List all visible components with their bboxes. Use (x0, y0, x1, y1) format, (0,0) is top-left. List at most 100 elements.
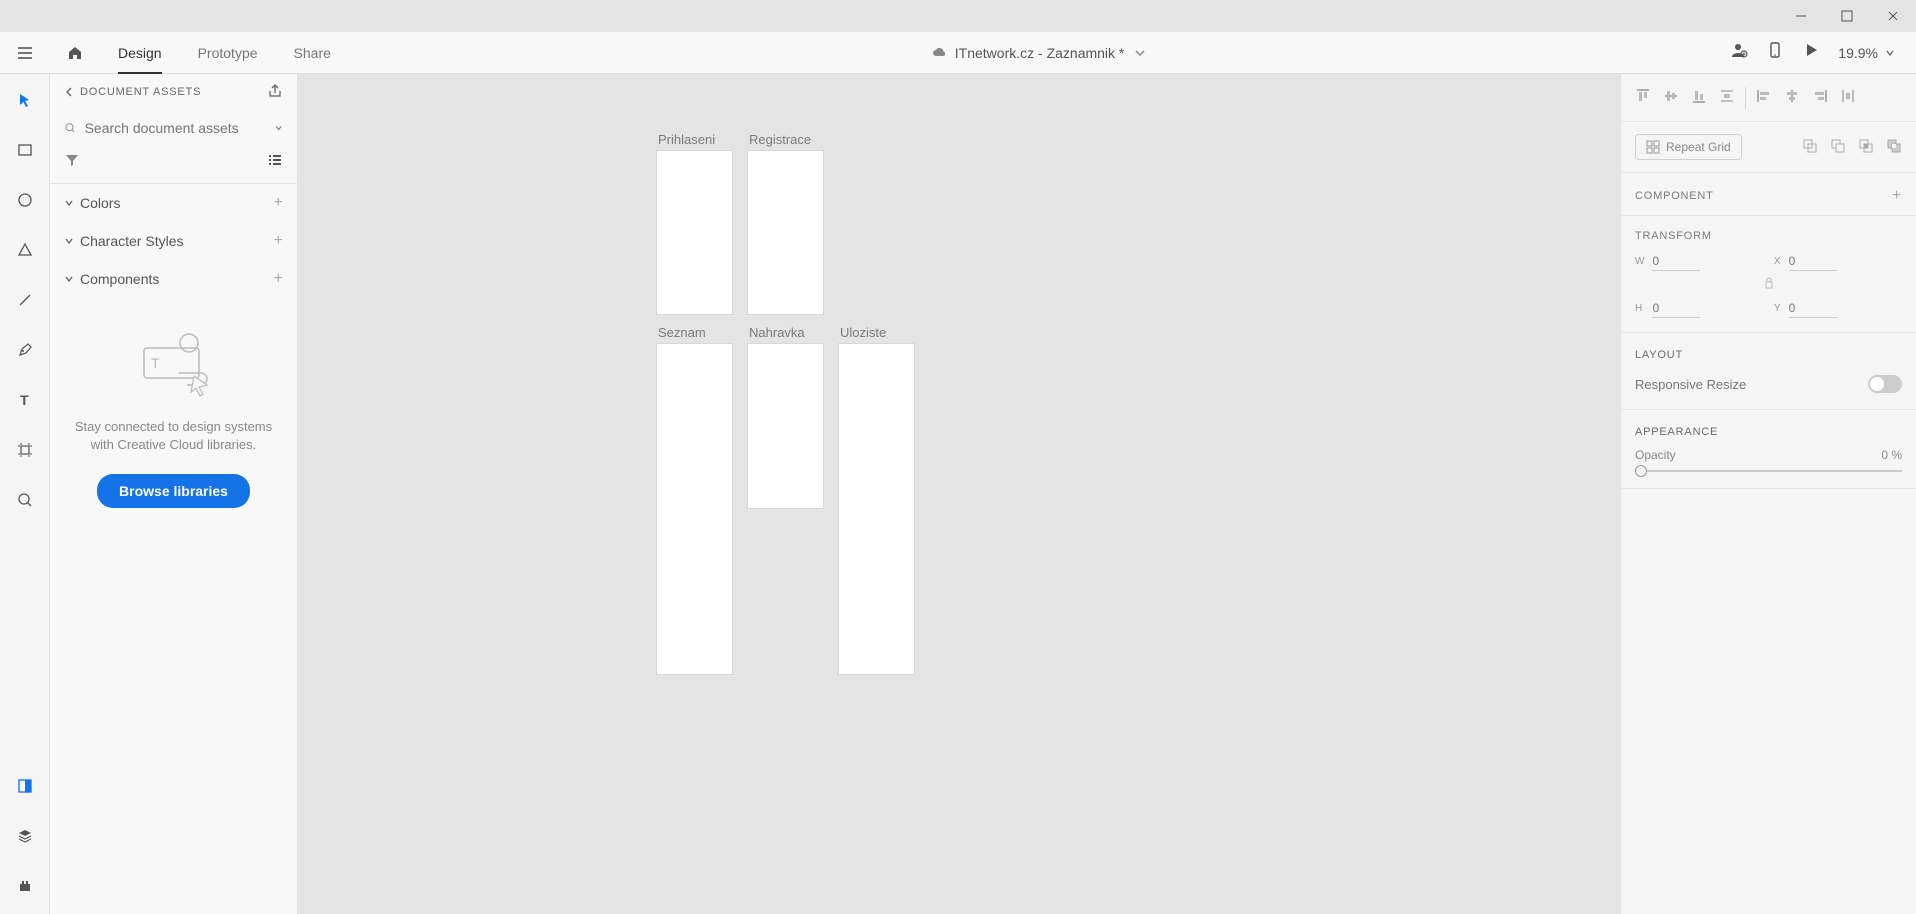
assets-header-label: DOCUMENT ASSETS (80, 86, 201, 98)
distribute-h-button[interactable] (1840, 88, 1856, 107)
lock-icon[interactable] (1764, 277, 1774, 289)
y-input[interactable]: 0 (1789, 299, 1837, 318)
pen-tool[interactable] (11, 336, 39, 364)
bool-add-icon (1802, 138, 1818, 154)
artboard-prihlaseni[interactable] (656, 150, 733, 315)
bool-intersect-button[interactable] (1858, 138, 1874, 157)
section-colors[interactable]: Colors + (50, 184, 297, 222)
distribute-h-icon (1840, 88, 1856, 104)
artboard-label-seznam[interactable]: Seznam (658, 325, 706, 340)
tab-design[interactable]: Design (100, 32, 180, 74)
section-components[interactable]: Components + (50, 260, 297, 298)
empty-state: T Stay connected to design systems with … (50, 298, 297, 914)
artboard-seznam[interactable] (656, 343, 733, 675)
layers-panel-toggle[interactable] (11, 822, 39, 850)
repeat-grid-button[interactable]: Repeat Grid (1635, 134, 1742, 160)
opacity-slider[interactable] (1635, 470, 1902, 472)
cloud-icon (931, 45, 947, 61)
artboard-uloziste[interactable] (838, 343, 915, 675)
line-tool[interactable] (11, 286, 39, 314)
left-toolbar: T (0, 74, 50, 914)
chevron-down-icon[interactable] (274, 122, 283, 134)
distribute-v-button[interactable] (1719, 88, 1735, 107)
add-char-style-button[interactable]: + (274, 232, 283, 250)
list-icon (267, 152, 283, 168)
list-view-button[interactable] (267, 152, 283, 173)
width-input[interactable]: 0 (1652, 252, 1700, 271)
user-add-icon (1730, 41, 1748, 59)
layers-icon (17, 828, 33, 844)
device-preview-button[interactable] (1766, 41, 1784, 64)
artboard-label-uloziste[interactable]: Uloziste (840, 325, 886, 340)
assets-search-input[interactable] (85, 120, 266, 136)
add-component-instance-button[interactable]: + (1892, 187, 1902, 205)
zoom-tool[interactable] (11, 486, 39, 514)
zoom-dropdown[interactable]: 19.9% (1838, 45, 1896, 61)
search-icon (64, 120, 77, 136)
transform-section: W 0 X 0 H 0 Y 0 (1621, 252, 1916, 333)
tab-prototype[interactable]: Prototype (180, 32, 276, 74)
align-bottom-button[interactable] (1691, 88, 1707, 107)
filter-button[interactable] (64, 152, 80, 173)
slider-thumb[interactable] (1635, 465, 1647, 477)
assets-back-button[interactable]: DOCUMENT ASSETS (64, 86, 201, 98)
plugins-panel-toggle[interactable] (11, 872, 39, 900)
window-close-button[interactable] (1870, 0, 1916, 32)
invite-button[interactable] (1730, 41, 1748, 64)
align-right-button[interactable] (1812, 88, 1828, 107)
bool-add-button[interactable] (1802, 138, 1818, 157)
artboard-label-prihlaseni[interactable]: Prihlaseni (658, 132, 715, 147)
ellipse-tool[interactable] (11, 186, 39, 214)
desktop-preview-button[interactable] (1802, 41, 1820, 64)
artboard-label-registrace[interactable]: Registrace (749, 132, 811, 147)
repeat-grid-label: Repeat Grid (1666, 140, 1731, 154)
publish-button[interactable] (267, 83, 283, 102)
bool-intersect-icon (1858, 138, 1874, 154)
document-title: ITnetwork.cz - Zaznamnik * (955, 45, 1125, 61)
section-colors-label: Colors (80, 195, 120, 211)
chevron-down-icon[interactable] (1132, 45, 1148, 61)
width-label: W (1635, 256, 1644, 267)
browse-libraries-button[interactable]: Browse libraries (97, 474, 250, 508)
align-top-button[interactable] (1635, 88, 1651, 107)
canvas[interactable]: Prihlaseni Registrace Seznam Nahravka Ul… (298, 74, 1620, 914)
artboard-tool[interactable] (11, 436, 39, 464)
artboard-registrace[interactable] (747, 150, 824, 315)
share-icon (267, 83, 283, 99)
text-tool[interactable]: T (11, 386, 39, 414)
assets-panel-toggle[interactable] (11, 772, 39, 800)
height-label: H (1635, 303, 1644, 314)
select-tool[interactable] (11, 86, 39, 114)
align-vcenter-button[interactable] (1663, 88, 1679, 107)
responsive-resize-toggle[interactable] (1868, 375, 1902, 393)
height-input[interactable]: 0 (1652, 299, 1700, 318)
polygon-tool[interactable] (11, 236, 39, 264)
artboard-nahravka[interactable] (747, 343, 824, 509)
pen-icon (17, 342, 33, 358)
triangle-icon (17, 242, 33, 258)
bool-exclude-button[interactable] (1886, 138, 1902, 157)
slider-track (1635, 470, 1902, 472)
home-icon (66, 44, 84, 62)
align-left-button[interactable] (1756, 88, 1772, 107)
menu-button[interactable] (0, 32, 50, 74)
y-label: Y (1774, 303, 1781, 314)
add-color-button[interactable]: + (274, 194, 283, 212)
bool-subtract-button[interactable] (1830, 138, 1846, 157)
line-icon (17, 292, 33, 308)
opacity-label: Opacity (1635, 448, 1676, 462)
responsive-resize-label: Responsive Resize (1635, 377, 1746, 392)
text-icon: T (17, 392, 33, 408)
circle-icon (17, 192, 33, 208)
tab-share[interactable]: Share (276, 32, 349, 74)
rectangle-tool[interactable] (11, 136, 39, 164)
align-hcenter-button[interactable] (1784, 88, 1800, 107)
window-maximize-button[interactable] (1824, 0, 1870, 32)
home-button[interactable] (50, 32, 100, 74)
artboard-label-nahravka[interactable]: Nahravka (749, 325, 805, 340)
add-component-button[interactable]: + (274, 270, 283, 288)
bool-subtract-icon (1830, 138, 1846, 154)
window-minimize-button[interactable] (1778, 0, 1824, 32)
x-input[interactable]: 0 (1789, 252, 1837, 271)
section-character-styles[interactable]: Character Styles + (50, 222, 297, 260)
